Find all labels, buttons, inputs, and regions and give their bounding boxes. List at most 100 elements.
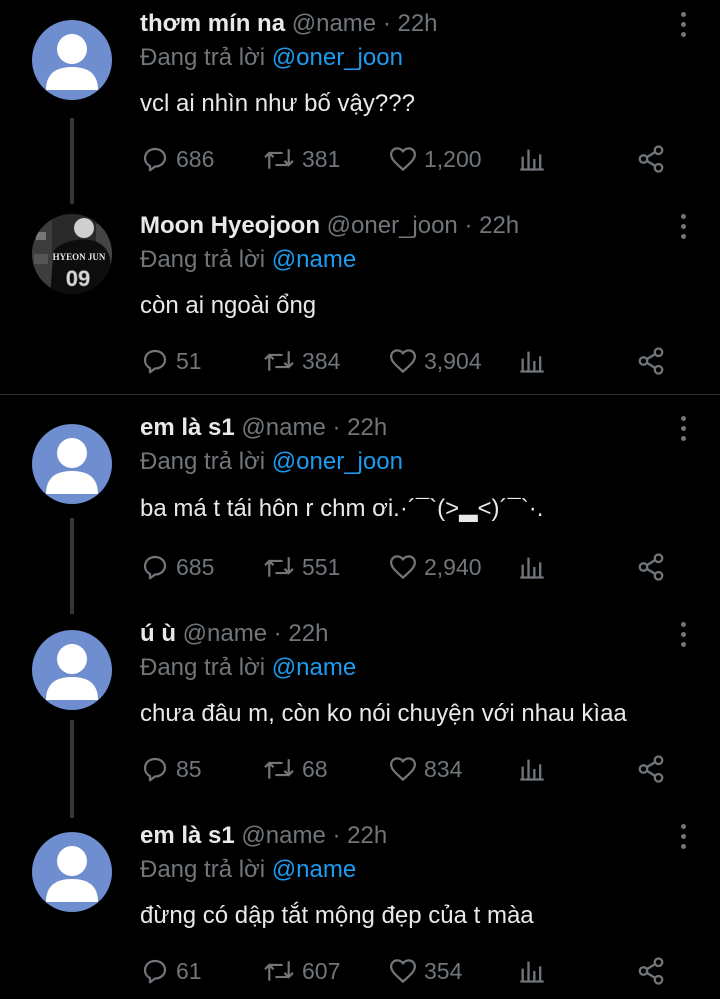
user-handle[interactable]: @name	[183, 620, 267, 647]
avatar-jersey-number: 09	[66, 266, 90, 291]
more-icon[interactable]	[678, 416, 688, 446]
retweet-count: 68	[302, 755, 328, 782]
views-button[interactable]	[518, 346, 552, 376]
display-name[interactable]: ú ù	[140, 620, 176, 647]
like-count: 2,940	[424, 553, 482, 580]
tweet-header: ú ù @name · 22h	[140, 620, 328, 648]
tweet-actions: 685 551 2,940	[140, 552, 680, 582]
like-button[interactable]: 1,200	[388, 144, 482, 174]
tweet-header: em là s1 @name · 22h	[140, 414, 387, 442]
more-icon[interactable]	[678, 12, 688, 42]
user-handle[interactable]: @name	[292, 10, 376, 37]
retweet-button[interactable]: 607	[262, 956, 340, 986]
display-name[interactable]: em là s1	[140, 822, 235, 849]
retweet-button[interactable]: 551	[262, 552, 340, 582]
timestamp[interactable]: · 22h	[332, 822, 387, 849]
like-button[interactable]: 2,940	[388, 552, 482, 582]
tweet[interactable]: thơm mín na @name · 22h Đang trả lời @on…	[0, 0, 720, 200]
reply-icon	[143, 147, 167, 172]
reply-prefix: Đang trả lời	[140, 44, 266, 71]
timestamp[interactable]: · 22h	[274, 620, 329, 647]
share-button[interactable]	[636, 552, 672, 582]
user-handle[interactable]: @oner_joon	[327, 212, 458, 239]
more-icon[interactable]	[678, 622, 688, 652]
views-icon	[520, 149, 544, 171]
tweet[interactable]: HYEON JUN 09 Moon Hyeojoon @oner_joon · …	[0, 202, 720, 392]
views-button[interactable]	[518, 754, 552, 784]
reply-mention[interactable]: @oner_joon	[272, 44, 403, 71]
views-icon	[520, 557, 544, 579]
like-count: 3,904	[424, 347, 482, 374]
display-name[interactable]: em là s1	[140, 414, 235, 441]
timestamp[interactable]: · 22h	[464, 212, 519, 239]
heart-icon	[389, 555, 417, 580]
tweet[interactable]: ú ù @name · 22h Đang trả lời @name chưa …	[0, 610, 720, 810]
retweet-icon	[264, 759, 294, 779]
tweet-header: thơm mín na @name · 22h	[140, 10, 438, 38]
reply-mention[interactable]: @name	[272, 856, 356, 883]
reply-icon	[143, 757, 167, 782]
tweet[interactable]: em là s1 @name · 22h Đang trả lời @name …	[0, 812, 720, 999]
reply-button[interactable]: 686	[140, 144, 214, 174]
reply-count: 85	[176, 755, 202, 782]
reply-button[interactable]: 85	[140, 754, 202, 784]
heart-icon	[389, 147, 417, 172]
views-button[interactable]	[518, 144, 552, 174]
retweet-button[interactable]: 381	[262, 144, 340, 174]
retweet-button[interactable]: 68	[262, 754, 328, 784]
reply-mention[interactable]: @name	[272, 654, 356, 681]
reply-count: 686	[176, 145, 215, 172]
heart-icon	[389, 757, 417, 782]
tweet[interactable]: em là s1 @name · 22h Đang trả lời @oner_…	[0, 404, 720, 604]
retweet-icon	[264, 557, 294, 577]
more-icon[interactable]	[678, 214, 688, 244]
views-button[interactable]	[518, 956, 552, 986]
user-handle[interactable]: @name	[241, 414, 325, 441]
timestamp[interactable]: · 22h	[383, 10, 438, 37]
like-button[interactable]: 834	[388, 754, 462, 784]
retweet-icon	[264, 149, 294, 169]
tweet-header: Moon Hyeojoon @oner_joon · 22h	[140, 212, 519, 240]
timestamp[interactable]: · 22h	[332, 414, 387, 441]
section-divider	[0, 394, 720, 395]
share-icon	[638, 553, 664, 581]
like-count: 834	[424, 755, 463, 782]
tweet-header: em là s1 @name · 22h	[140, 822, 387, 850]
reply-context: Đang trả lời @name	[140, 246, 356, 274]
avatar[interactable]	[32, 630, 112, 710]
display-name[interactable]: thơm mín na	[140, 10, 285, 37]
reply-mention[interactable]: @oner_joon	[272, 448, 403, 475]
share-icon	[638, 145, 664, 173]
reply-context: Đang trả lời @name	[140, 654, 356, 682]
retweet-count: 381	[302, 145, 341, 172]
reply-mention[interactable]: @name	[272, 246, 356, 273]
reply-button[interactable]: 51	[140, 346, 202, 376]
reply-context: Đang trả lời @oner_joon	[140, 44, 403, 72]
reply-button[interactable]: 61	[140, 956, 202, 986]
user-handle[interactable]: @name	[241, 822, 325, 849]
retweet-count: 551	[302, 553, 341, 580]
avatar[interactable]	[32, 424, 112, 504]
retweet-count: 607	[302, 957, 341, 984]
tweet-actions: 686 381 1,200	[140, 144, 680, 174]
display-name[interactable]: Moon Hyeojoon	[140, 212, 320, 239]
share-button[interactable]	[636, 346, 672, 376]
heart-icon	[389, 349, 417, 374]
like-button[interactable]: 354	[388, 956, 462, 986]
retweet-button[interactable]: 384	[262, 346, 340, 376]
share-icon	[638, 957, 664, 985]
tweet-text: còn ai ngoài ổng	[140, 292, 317, 319]
like-count: 354	[424, 957, 463, 984]
avatar[interactable]	[32, 832, 112, 912]
like-button[interactable]: 3,904	[388, 346, 482, 376]
avatar[interactable]: HYEON JUN 09	[32, 214, 112, 294]
views-icon	[520, 759, 544, 781]
more-icon[interactable]	[678, 824, 688, 854]
share-button[interactable]	[636, 956, 672, 986]
reply-icon	[143, 349, 167, 374]
avatar[interactable]	[32, 20, 112, 100]
share-button[interactable]	[636, 754, 672, 784]
views-button[interactable]	[518, 552, 552, 582]
share-button[interactable]	[636, 144, 672, 174]
reply-button[interactable]: 685	[140, 552, 214, 582]
